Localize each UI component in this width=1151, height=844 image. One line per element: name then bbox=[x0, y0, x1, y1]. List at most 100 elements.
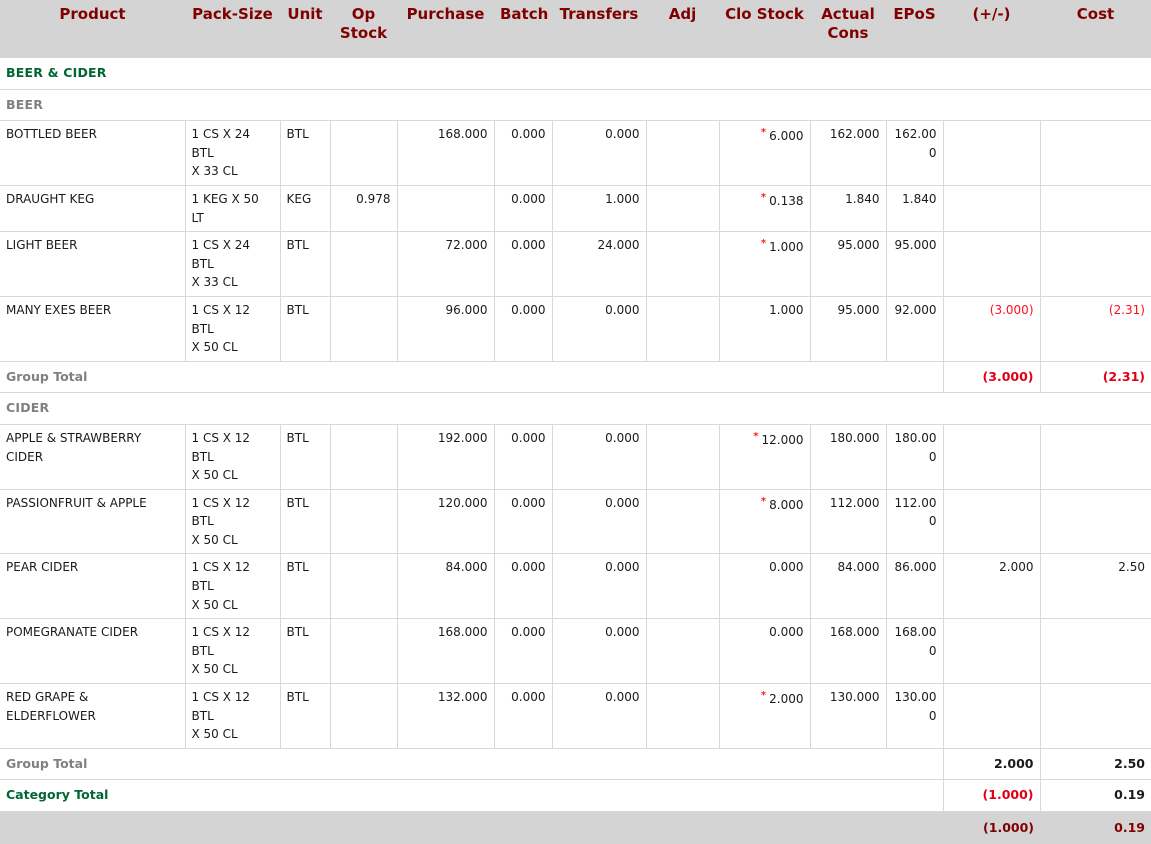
cell-batch: 0.000 bbox=[494, 554, 552, 619]
cell-transfers: 0.000 bbox=[552, 619, 646, 684]
cell-pack-size: 1 CS X 12 BTLX 50 CL bbox=[185, 619, 280, 684]
table-row[interactable]: PASSIONFRUIT & APPLE1 CS X 12 BTLX 50 CL… bbox=[0, 489, 1151, 554]
cell-epos: 180.000 bbox=[886, 424, 943, 489]
cell-line: 1.840 bbox=[893, 190, 937, 209]
cell-unit: BTL bbox=[280, 684, 330, 749]
cell-actual-cons: 95.000 bbox=[810, 296, 886, 361]
table-row[interactable]: PEAR CIDER1 CS X 12 BTLX 50 CLBTL84.0000… bbox=[0, 554, 1151, 619]
category-total-plus-minus: (1.000) bbox=[943, 780, 1040, 812]
variance-asterisk-icon: * bbox=[761, 690, 766, 701]
group-total-row: Group Total(3.000)(2.31) bbox=[0, 361, 1151, 393]
cell-clo-stock: 0.000 bbox=[719, 554, 810, 619]
cell-batch: 0.000 bbox=[494, 489, 552, 554]
group-header-row: BEER bbox=[0, 89, 1151, 121]
variance-asterisk-icon: * bbox=[761, 496, 766, 507]
cell-adj bbox=[646, 424, 719, 489]
cell-line: 1 CS X 12 BTL bbox=[192, 558, 274, 595]
column-header-pack-size[interactable]: Pack-Size bbox=[185, 0, 280, 58]
table-row[interactable]: RED GRAPE &ELDERFLOWER1 CS X 12 BTLX 50 … bbox=[0, 684, 1151, 749]
group-total-label-cell: Group Total bbox=[0, 361, 943, 393]
cell-transfers: 0.000 bbox=[552, 489, 646, 554]
cell-transfers: 0.000 bbox=[552, 554, 646, 619]
cell-line: 95.000 bbox=[893, 236, 937, 255]
column-header-epos[interactable]: EPoS bbox=[886, 0, 943, 58]
cell-batch: 0.000 bbox=[494, 121, 552, 186]
table-row[interactable]: POMEGRANATE CIDER1 CS X 12 BTLX 50 CLBTL… bbox=[0, 619, 1151, 684]
table-row[interactable]: BOTTLED BEER1 CS X 24 BTLX 33 CLBTL168.0… bbox=[0, 121, 1151, 186]
cell-line: X 50 CL bbox=[192, 596, 274, 615]
cell-plus-minus: (3.000) bbox=[943, 296, 1040, 361]
table-row[interactable]: LIGHT BEER1 CS X 24 BTLX 33 CLBTL72.0000… bbox=[0, 232, 1151, 297]
column-header-cost[interactable]: Cost bbox=[1040, 0, 1151, 58]
group-total-cost-value: (2.31) bbox=[1103, 369, 1145, 384]
cell-epos: 1.840 bbox=[886, 185, 943, 231]
cell-line: 1 CS X 12 BTL bbox=[192, 429, 274, 466]
cell-unit: BTL bbox=[280, 554, 330, 619]
cell-purchase: 168.000 bbox=[397, 619, 494, 684]
column-header-batch[interactable]: Batch bbox=[494, 0, 552, 58]
cell-purchase: 96.000 bbox=[397, 296, 494, 361]
table-row[interactable]: MANY EXES BEER1 CS X 12 BTLX 50 CLBTL96.… bbox=[0, 296, 1151, 361]
cell-transfers: 0.000 bbox=[552, 424, 646, 489]
cell-product: BOTTLED BEER bbox=[0, 121, 185, 186]
cell-cost bbox=[1040, 489, 1151, 554]
column-header-adj[interactable]: Adj bbox=[646, 0, 719, 58]
cell-unit: BTL bbox=[280, 296, 330, 361]
cost-value: 2.50 bbox=[1118, 560, 1145, 574]
cell-epos: 130.000 bbox=[886, 684, 943, 749]
cell-op-stock bbox=[330, 619, 397, 684]
cell-actual-cons: 168.000 bbox=[810, 619, 886, 684]
column-header-actual-cons[interactable]: Actual Cons bbox=[810, 0, 886, 58]
table-row[interactable]: APPLE & STRAWBERRYCIDER1 CS X 12 BTLX 50… bbox=[0, 424, 1151, 489]
column-header-purchase[interactable]: Purchase bbox=[397, 0, 494, 58]
cell-op-stock bbox=[330, 489, 397, 554]
cell-line: 0 bbox=[893, 448, 937, 467]
category-total-row: Category Total(1.000) 0.19 bbox=[0, 780, 1151, 812]
table-row[interactable]: DRAUGHT KEG1 KEG X 50 LTKEG0.9780.0001.0… bbox=[0, 185, 1151, 231]
cell-pack-size: 1 CS X 24 BTLX 33 CL bbox=[185, 232, 280, 297]
variance-asterisk-icon: * bbox=[753, 431, 758, 442]
cell-op-stock bbox=[330, 121, 397, 186]
cell-clo-stock: *12.000 bbox=[719, 424, 810, 489]
cell-line: 1 CS X 24 BTL bbox=[192, 125, 274, 162]
cell-line: RED GRAPE & bbox=[6, 688, 179, 707]
cell-product: PEAR CIDER bbox=[0, 554, 185, 619]
group-total-plus-minus: 2.000 bbox=[943, 748, 1040, 780]
cell-cost: 2.50 bbox=[1040, 554, 1151, 619]
category-total-cost-value: 0.19 bbox=[1114, 787, 1145, 802]
cell-epos: 168.000 bbox=[886, 619, 943, 684]
column-header-clo-stock[interactable]: Clo Stock bbox=[719, 0, 810, 58]
column-header-product[interactable]: Product bbox=[0, 0, 185, 58]
cell-plus-minus bbox=[943, 121, 1040, 186]
cell-product: MANY EXES BEER bbox=[0, 296, 185, 361]
cell-actual-cons: 112.000 bbox=[810, 489, 886, 554]
column-header-unit[interactable]: Unit bbox=[280, 0, 330, 58]
column-header-transfers[interactable]: Transfers bbox=[552, 0, 646, 58]
cell-actual-cons: 130.000 bbox=[810, 684, 886, 749]
cell-adj bbox=[646, 489, 719, 554]
variance-asterisk-icon: * bbox=[761, 127, 766, 138]
column-header-op-stock[interactable]: Op Stock bbox=[330, 0, 397, 58]
cell-cost bbox=[1040, 684, 1151, 749]
cell-clo-stock: 1.000 bbox=[719, 296, 810, 361]
cell-batch: 0.000 bbox=[494, 232, 552, 297]
cell-line: X 33 CL bbox=[192, 273, 274, 292]
cell-line: 0 bbox=[893, 707, 937, 726]
category-header-cell: BEER & CIDER bbox=[0, 58, 1151, 89]
cell-op-stock bbox=[330, 554, 397, 619]
grand-total-label-cell bbox=[0, 812, 943, 844]
category-total-label-cell: Category Total bbox=[0, 780, 943, 812]
cell-epos: 92.000 bbox=[886, 296, 943, 361]
cell-line: PEAR CIDER bbox=[6, 558, 179, 577]
table-body: BEER & CIDERBEER BOTTLED BEER 1 CS X 24 BT… bbox=[0, 58, 1151, 844]
cell-line: 0 bbox=[893, 642, 937, 661]
column-header-plus-minus[interactable]: (+/-) bbox=[943, 0, 1040, 58]
cell-line: 1 CS X 12 BTL bbox=[192, 688, 274, 725]
cell-line: MANY EXES BEER bbox=[6, 301, 179, 320]
cell-clo-stock: *0.138 bbox=[719, 185, 810, 231]
cell-line: X 50 CL bbox=[192, 660, 274, 679]
cell-line: 86.000 bbox=[893, 558, 937, 577]
cell-cost bbox=[1040, 424, 1151, 489]
cell-pack-size: 1 CS X 12 BTLX 50 CL bbox=[185, 424, 280, 489]
cell-line: BOTTLED BEER bbox=[6, 125, 179, 144]
